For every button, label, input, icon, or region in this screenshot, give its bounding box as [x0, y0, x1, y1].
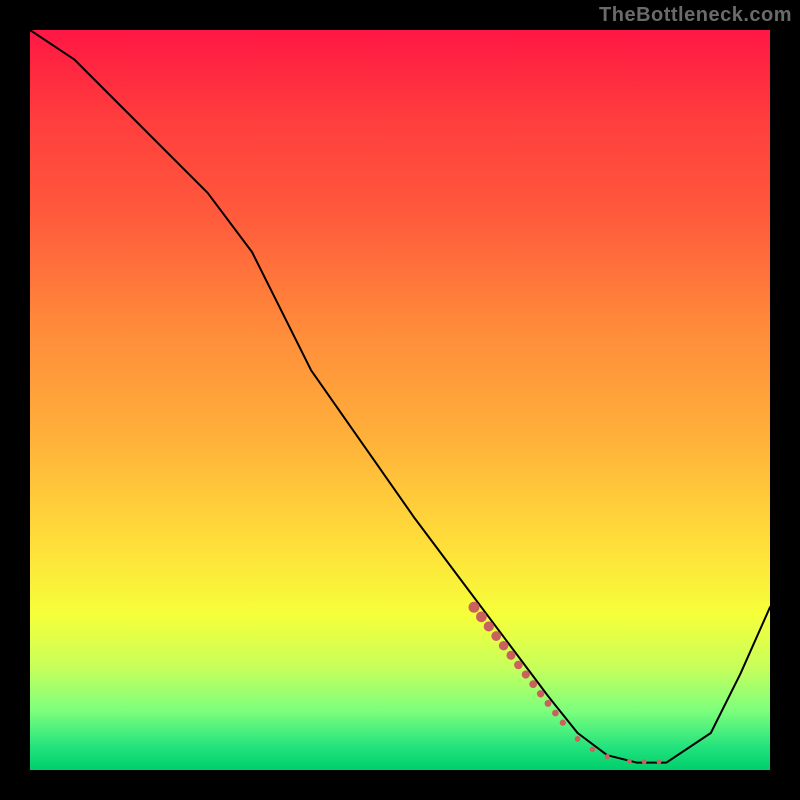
scatter-point: [529, 680, 537, 688]
scatter-point: [575, 736, 581, 742]
scatter-point: [642, 759, 647, 764]
scatter-point: [506, 651, 515, 660]
scatter-point: [522, 670, 530, 678]
bottleneck-curve: [30, 30, 770, 763]
scatter-point: [469, 602, 480, 613]
scatter-point: [499, 641, 508, 650]
scatter-point: [514, 661, 523, 670]
scatter-point: [560, 720, 566, 726]
scatter-point: [484, 621, 494, 631]
watermark-text: TheBottleneck.com: [599, 4, 792, 27]
plot-area: [30, 30, 770, 770]
chart-stage: TheBottleneck.com: [0, 0, 800, 800]
scatter-point: [590, 747, 595, 752]
scatter-point: [545, 700, 552, 707]
scatter-point: [627, 759, 632, 764]
chart-svg: [30, 30, 770, 770]
scatter-point: [476, 611, 487, 622]
scatter-point: [552, 710, 559, 717]
scatter-point: [657, 759, 662, 764]
scatter-point: [491, 631, 501, 641]
scatter-point: [537, 690, 544, 697]
scatter-point: [605, 754, 610, 759]
highlight-scatter: [469, 602, 662, 765]
